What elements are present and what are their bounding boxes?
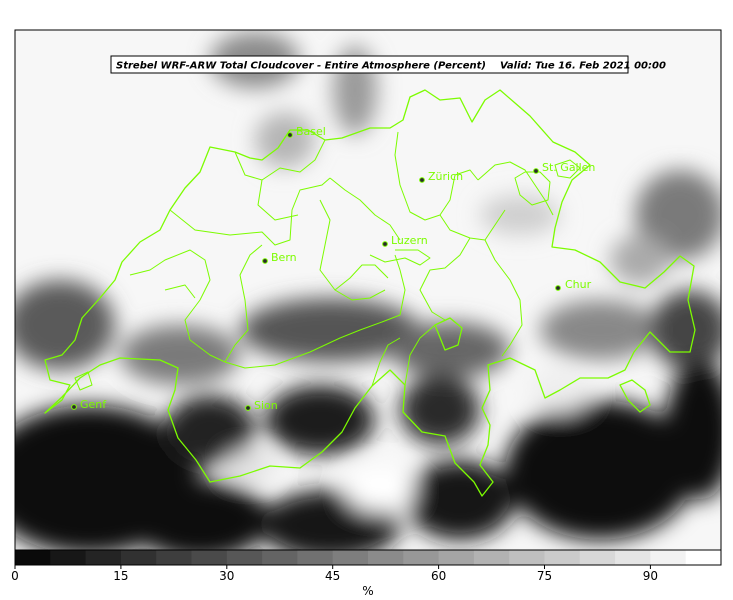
colorbar-swatch [332, 550, 369, 565]
colorbar-swatches [15, 550, 722, 565]
colorbar-swatch [226, 550, 263, 565]
map-title: Strebel WRF-ARW Total Cloudcover - Entir… [110, 55, 666, 74]
city-marker-sion [245, 405, 251, 411]
cloudcover-field [15, 30, 721, 550]
title-valid: Valid: Tue 16. Feb 2021 00:00 [500, 61, 666, 72]
colorbar-swatch [50, 550, 87, 565]
colorbar-tick-label: 15 [113, 569, 128, 583]
city-label-luzern: Luzern [391, 234, 428, 247]
colorbar-swatch [544, 550, 581, 565]
colorbar-swatch [650, 550, 687, 565]
city-label-st-gallen: St. Gallen [542, 161, 595, 174]
title-main: Strebel WRF-ARW Total Cloudcover - Entir… [116, 61, 486, 72]
colorbar-tick-label: 90 [643, 569, 658, 583]
colorbar-swatch [15, 550, 51, 565]
colorbar-swatch [403, 550, 440, 565]
colorbar-swatch [120, 550, 157, 565]
colorbar-swatch [685, 550, 722, 565]
city-marker-bern [262, 258, 268, 264]
cloudcover-map-figure: Strebel WRF-ARW Total Cloudcover - Entir… [11, 29, 722, 598]
colorbar-tick-label: 60 [431, 569, 446, 583]
colorbar-tick-label: 45 [325, 569, 340, 583]
city-label-basel: Basel [296, 125, 326, 138]
city-label-zurich: Zürich [428, 170, 463, 183]
colorbar-swatch [156, 550, 192, 565]
city-marker-st-gallen [533, 168, 539, 174]
city-marker-basel [287, 132, 293, 138]
colorbar-tick-label: 0 [11, 569, 19, 583]
colorbar-swatch [191, 550, 228, 565]
title-text: Strebel WRF-ARW Total Cloudcover - Entir… [116, 61, 666, 72]
colorbar-swatch [438, 550, 475, 565]
colorbar-unit-label: % [362, 584, 373, 598]
colorbar: 0 15 30 45 60 75 90 % [11, 549, 722, 598]
city-st-gallen: St. Gallen [533, 161, 595, 174]
colorbar-swatch [368, 550, 404, 565]
city-marker-genf [71, 404, 77, 410]
colorbar-swatch [262, 550, 298, 565]
city-label-chur: Chur [565, 278, 592, 291]
colorbar-tick-label: 75 [537, 569, 552, 583]
city-label-genf: Genf [80, 398, 107, 411]
colorbar-tick-label: 30 [219, 569, 234, 583]
city-marker-chur [555, 285, 561, 291]
city-marker-luzern [382, 241, 388, 247]
colorbar-swatch [85, 550, 122, 565]
colorbar-swatch [615, 550, 651, 565]
colorbar-swatch [297, 550, 334, 565]
colorbar-swatch [509, 550, 545, 565]
city-label-sion: Sion [254, 399, 278, 412]
colorbar-ticks: 0 15 30 45 60 75 90 [11, 565, 658, 583]
city-marker-zurich [419, 177, 425, 183]
city-label-bern: Bern [271, 251, 297, 264]
colorbar-swatch [579, 550, 616, 565]
colorbar-swatch [473, 550, 510, 565]
